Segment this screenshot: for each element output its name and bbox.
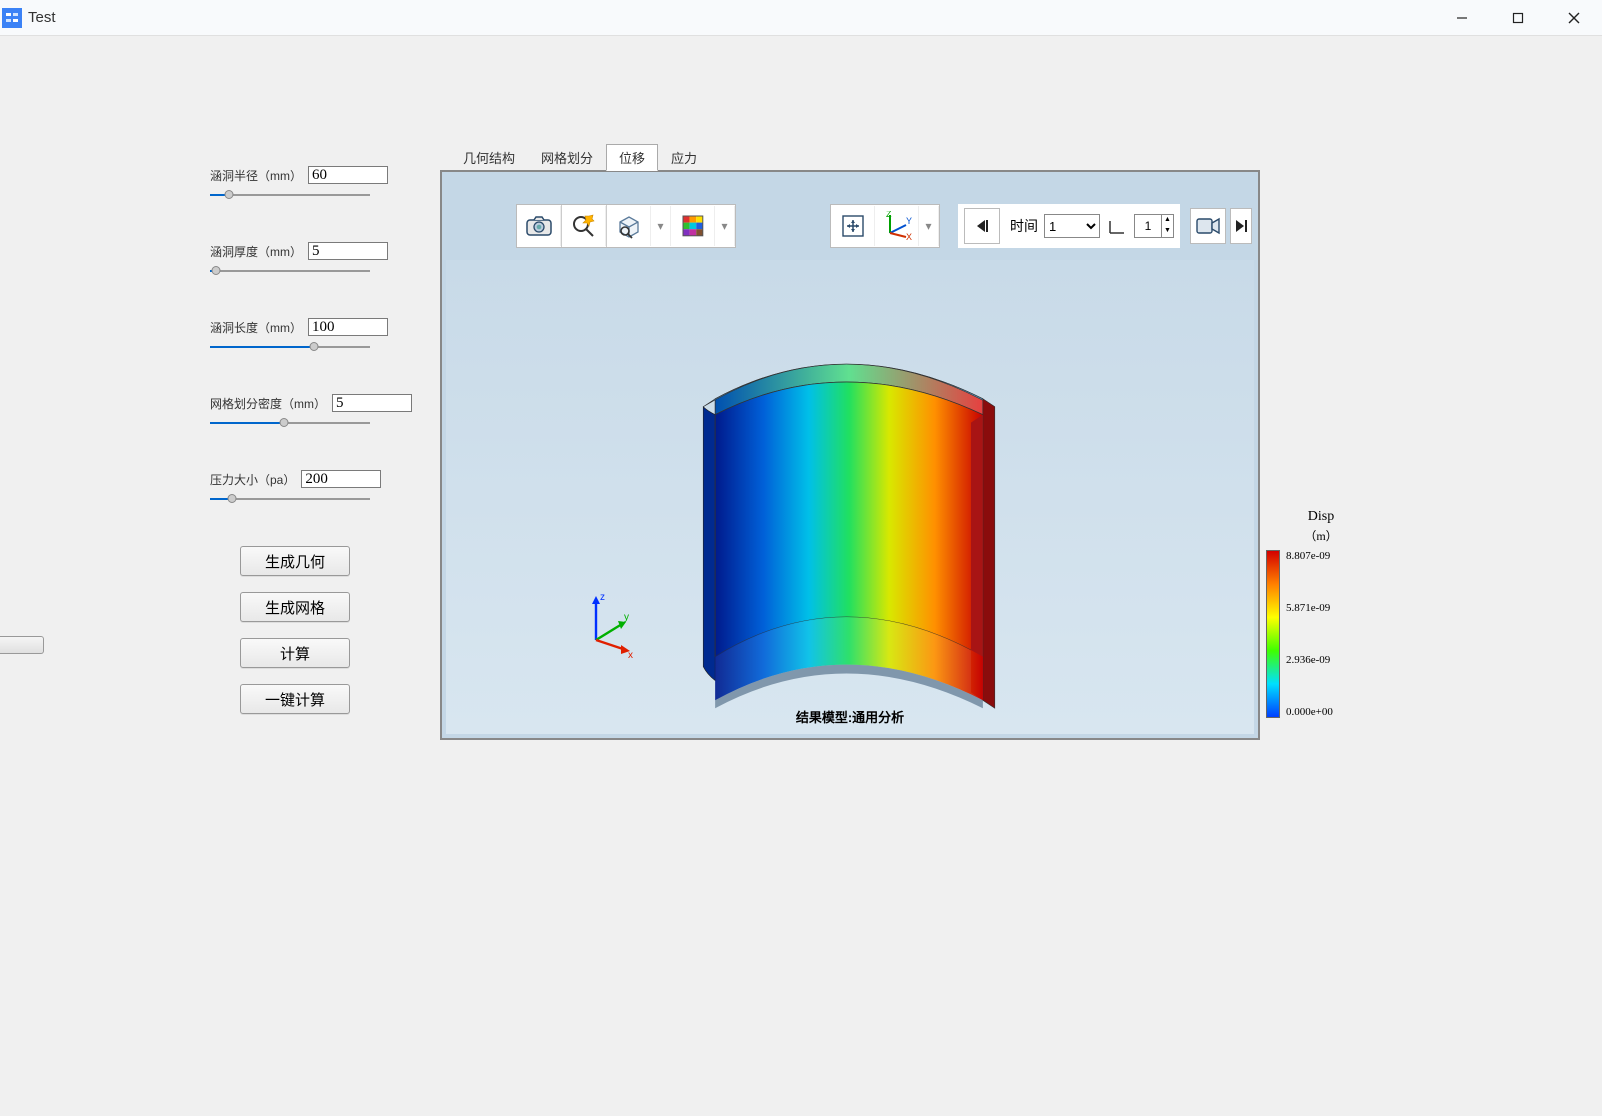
colormap-button[interactable] <box>671 206 715 246</box>
close-icon <box>1568 12 1580 24</box>
view-mode-dropdown[interactable]: ▾ <box>651 206 671 246</box>
param-pressure: 压力大小（pa） <box>210 470 440 508</box>
svg-text:Y: Y <box>906 216 912 226</box>
radius-input[interactable] <box>308 166 388 184</box>
maximize-icon <box>1512 12 1524 24</box>
viewer-toolbar: ▾ ▾ <box>516 204 736 248</box>
radius-slider[interactable] <box>210 186 370 204</box>
axes-icon: Z YX <box>880 211 914 241</box>
length-input[interactable] <box>308 318 388 336</box>
param-label: 涵洞半径（mm） <box>210 167 302 184</box>
legend-ticks: 8.807e-09 5.871e-09 2.936e-09 0.000e+00 <box>1286 550 1333 718</box>
generate-mesh-button[interactable]: 生成网格 <box>240 592 350 622</box>
viewer-toolbar-right <box>1190 204 1252 248</box>
viewer-area: 几何结构 网格划分 位移 应力 ▾ <box>440 36 1602 1116</box>
minimize-button[interactable] <box>1434 0 1490 36</box>
time-select[interactable]: 1 <box>1044 214 1100 238</box>
tab-stress[interactable]: 应力 <box>658 144 710 171</box>
time-toolbar: 时间 1 ▲▼ <box>958 204 1180 248</box>
param-label: 网格划分密度（mm） <box>210 395 326 412</box>
result-render <box>446 260 1254 734</box>
angle-icon <box>1106 215 1128 237</box>
main-area: 涵洞半径（mm） 涵洞厚度（mm） 涵洞长度（mm） <box>0 36 1602 1116</box>
zoom-button[interactable] <box>562 206 606 246</box>
tab-geometry[interactable]: 几何结构 <box>450 144 528 171</box>
fit-view-button[interactable] <box>831 206 875 246</box>
screenshot-button[interactable] <box>517 206 561 246</box>
param-radius: 涵洞半径（mm） <box>210 166 440 204</box>
step-back-icon <box>973 217 991 235</box>
colormap-dropdown[interactable]: ▾ <box>715 206 735 246</box>
generate-geometry-button[interactable]: 生成几何 <box>240 546 350 576</box>
legend-q2: 5.871e-09 <box>1286 602 1333 614</box>
mesh-density-slider[interactable] <box>210 414 370 432</box>
legend-min: 0.000e+00 <box>1286 706 1333 718</box>
length-slider[interactable] <box>210 338 370 356</box>
cube-icon <box>614 213 644 239</box>
view-mode-button[interactable] <box>607 206 651 246</box>
thickness-slider[interactable] <box>210 262 370 280</box>
collapsed-panel-stub[interactable] <box>0 636 44 654</box>
tab-mesh[interactable]: 网格划分 <box>528 144 606 171</box>
one-click-compute-button[interactable]: 一键计算 <box>240 684 350 714</box>
frame-spinner[interactable]: ▲▼ <box>1134 214 1174 238</box>
spinner-up[interactable]: ▲ <box>1161 215 1173 226</box>
param-label: 涵洞厚度（mm） <box>210 243 302 260</box>
step-back-button[interactable] <box>964 208 1000 244</box>
svg-text:Z: Z <box>886 211 892 219</box>
colormap-icon <box>680 213 706 239</box>
viewport-frame: ▾ ▾ Z YX ▾ <box>440 170 1260 740</box>
record-button[interactable] <box>1190 208 1226 244</box>
result-tabs: 几何结构 网格划分 位移 应力 <box>450 144 1602 171</box>
step-forward-icon <box>1233 218 1249 234</box>
app-icon <box>2 8 22 28</box>
color-legend: Disp （m） 8.807e-09 5.871e-09 2.936e-09 0… <box>1266 509 1376 718</box>
result-model-label: 结果模型:通用分析 <box>796 707 904 726</box>
step-forward-button[interactable] <box>1230 208 1252 244</box>
compute-button[interactable]: 计算 <box>240 638 350 668</box>
param-label: 压力大小（pa） <box>210 471 295 488</box>
action-buttons: 生成几何 生成网格 计算 一键计算 <box>210 546 440 714</box>
legend-title: Disp <box>1266 509 1376 525</box>
close-button[interactable] <box>1546 0 1602 36</box>
frame-input[interactable] <box>1135 215 1161 237</box>
camera-icon <box>524 214 554 238</box>
fit-icon <box>840 213 866 239</box>
mesh-density-input[interactable] <box>332 394 412 412</box>
legend-gradient <box>1266 550 1280 718</box>
zoom-icon <box>569 213 599 239</box>
minimize-icon <box>1456 12 1468 24</box>
legend-max: 8.807e-09 <box>1286 550 1333 562</box>
video-icon <box>1195 216 1221 236</box>
axes-dropdown[interactable]: ▾ <box>919 206 939 246</box>
pressure-slider[interactable] <box>210 490 370 508</box>
legend-unit: （m） <box>1266 527 1376 544</box>
spinner-down[interactable]: ▼ <box>1161 226 1173 237</box>
render-canvas[interactable]: z y x 结果模型:通用分析 <box>446 260 1254 734</box>
time-label: 时间 <box>1010 216 1038 236</box>
param-mesh-density: 网格划分密度（mm） <box>210 394 440 432</box>
svg-text:X: X <box>906 232 912 241</box>
legend-q1: 2.936e-09 <box>1286 654 1333 666</box>
axes-orientation-button[interactable]: Z YX <box>875 206 919 246</box>
titlebar: Test <box>0 0 1602 36</box>
param-length: 涵洞长度（mm） <box>210 318 440 356</box>
pressure-input[interactable] <box>301 470 381 488</box>
svg-text:z: z <box>600 592 605 603</box>
param-label: 涵洞长度（mm） <box>210 319 302 336</box>
maximize-button[interactable] <box>1490 0 1546 36</box>
svg-text:x: x <box>628 650 633 658</box>
param-thickness: 涵洞厚度（mm） <box>210 242 440 280</box>
thickness-input[interactable] <box>308 242 388 260</box>
orientation-triad: z y x <box>576 588 646 658</box>
window-title: Test <box>28 9 56 26</box>
viewer-toolbar-2: Z YX ▾ <box>830 204 940 248</box>
tab-displacement[interactable]: 位移 <box>606 144 658 171</box>
svg-text:y: y <box>624 612 629 623</box>
parameters-panel: 涵洞半径（mm） 涵洞厚度（mm） 涵洞长度（mm） <box>0 36 440 1116</box>
